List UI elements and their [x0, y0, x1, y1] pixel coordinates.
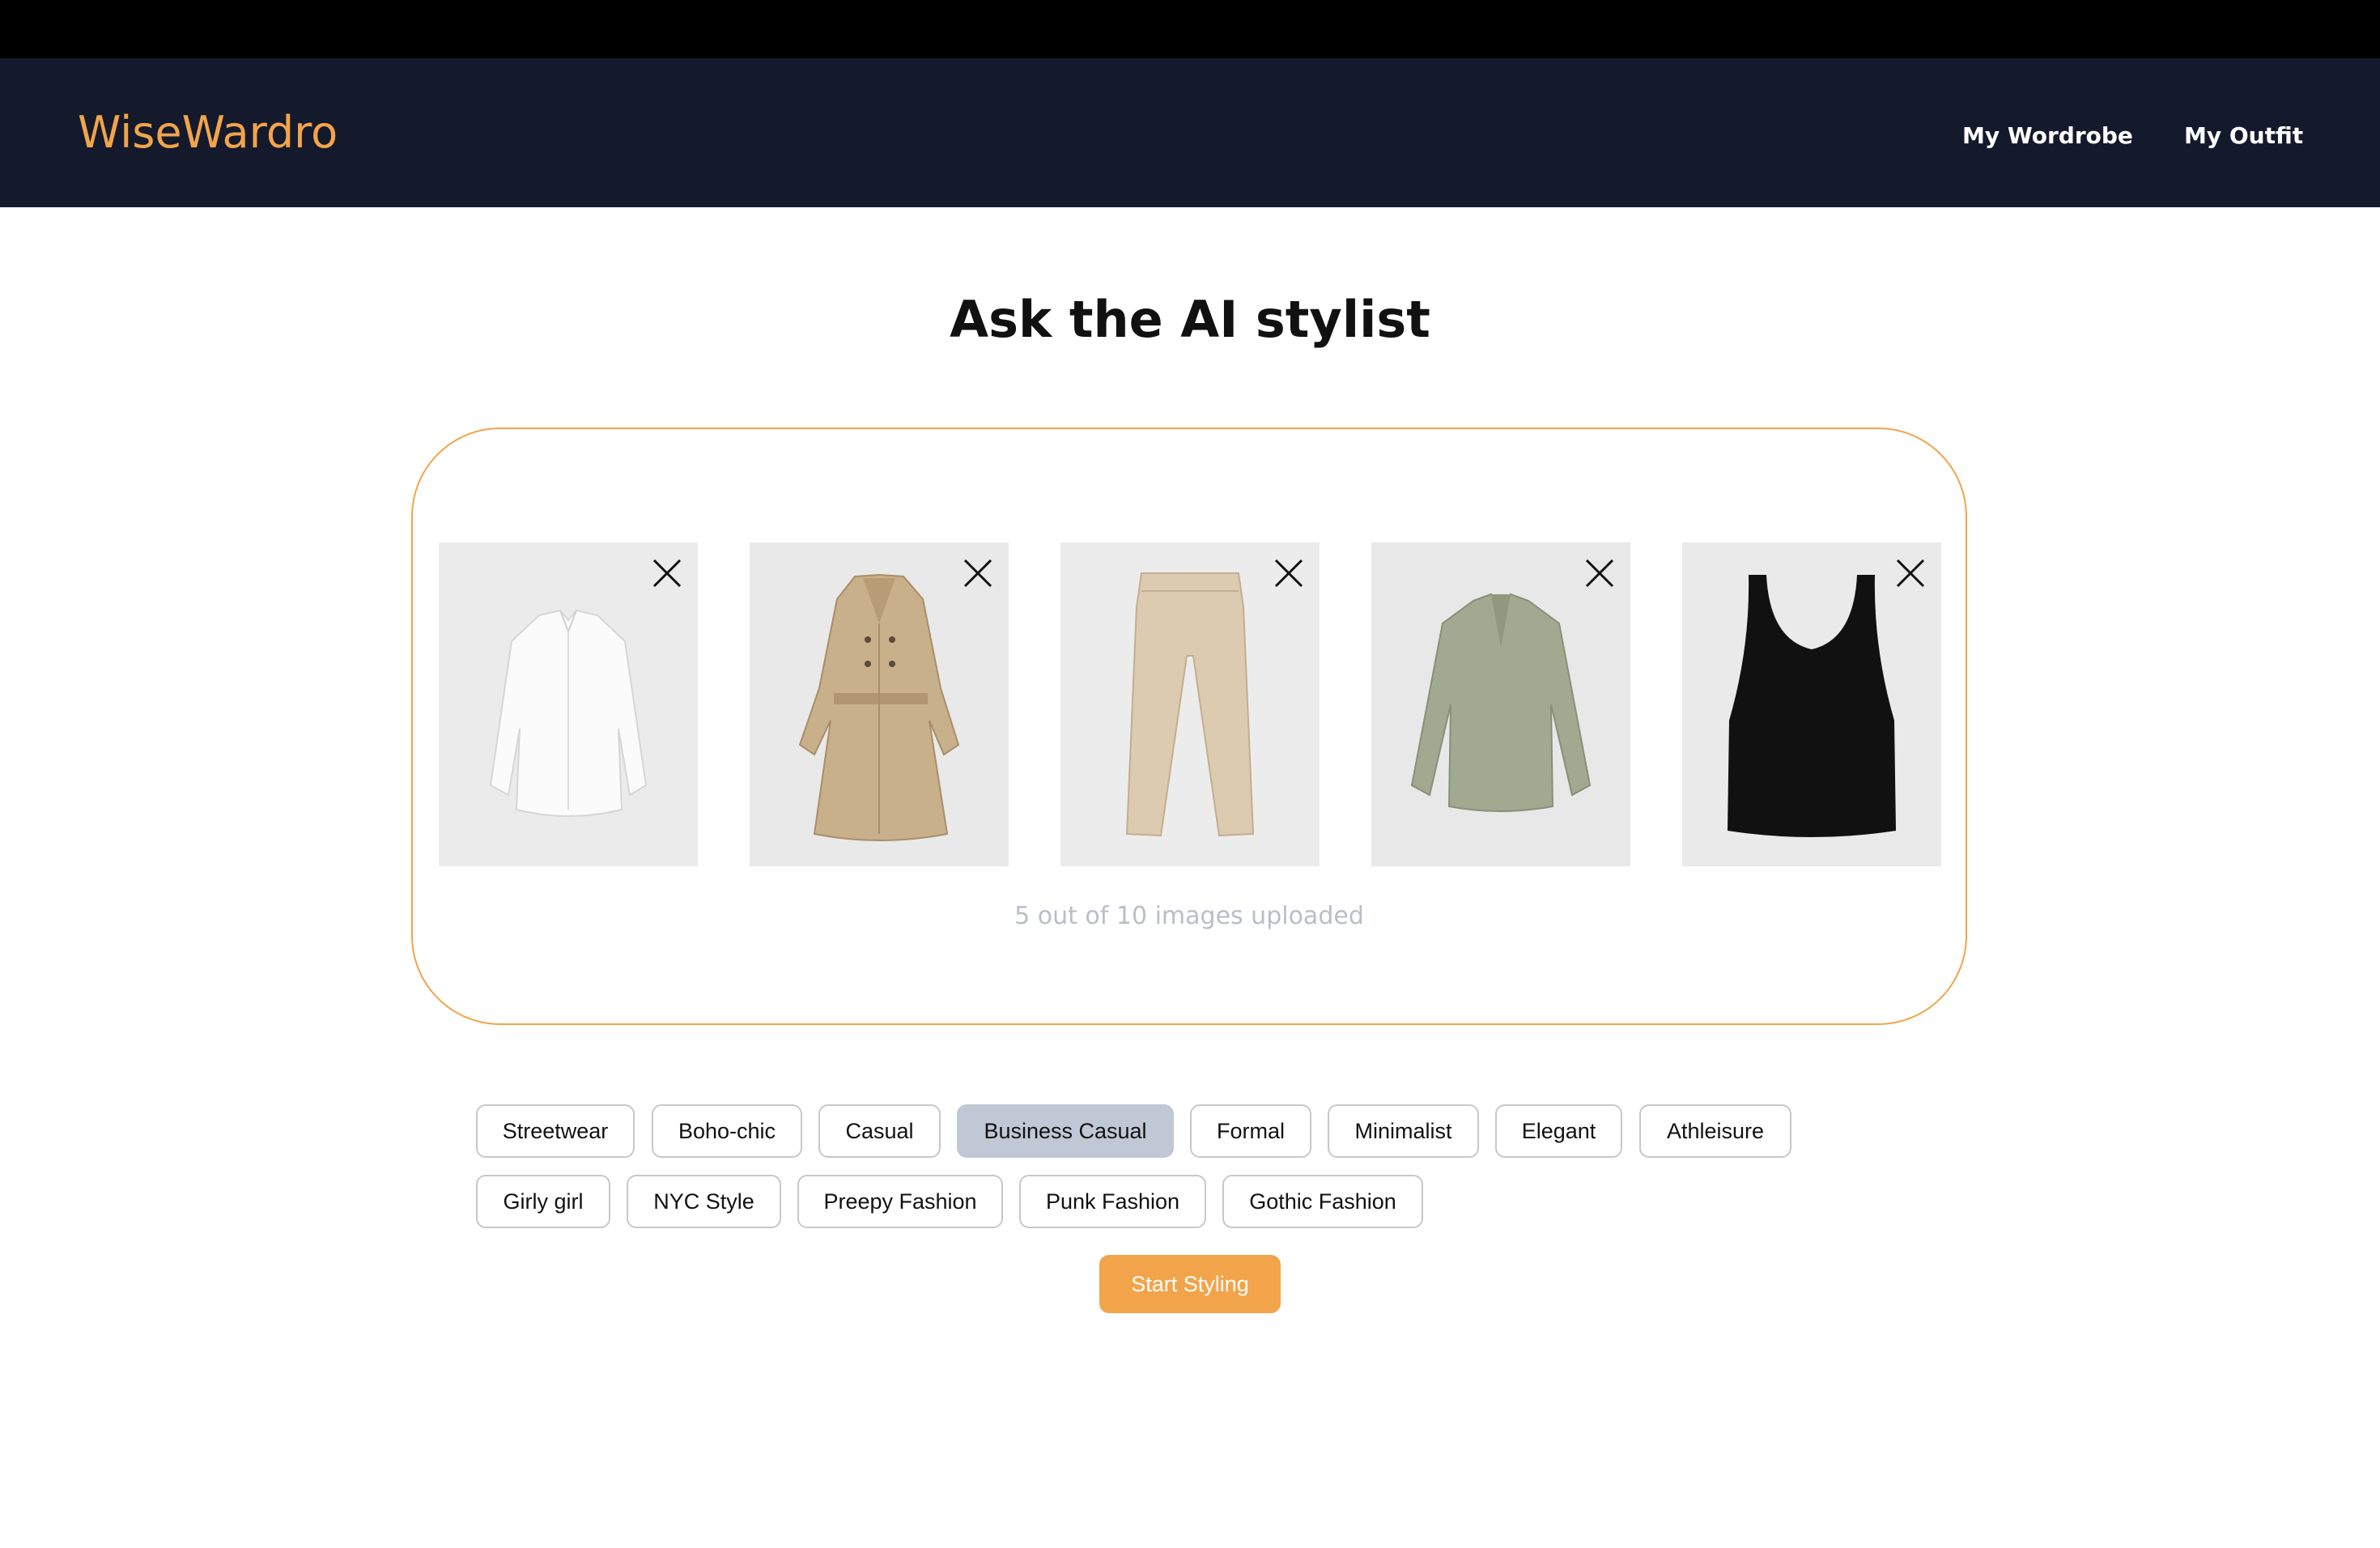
style-chip-punk-fashion[interactable]: Punk Fashion: [1019, 1175, 1206, 1228]
style-chip-girly-girl[interactable]: Girly girl: [476, 1175, 610, 1228]
close-icon[interactable]: [1891, 554, 1930, 593]
uploaded-item-trousers: [1060, 542, 1320, 866]
nav-my-outfit[interactable]: My Outfit: [2184, 120, 2303, 152]
uploaded-item-trench-coat: [750, 542, 1009, 866]
page-title: Ask the AI stylist: [950, 290, 1430, 349]
brand-logo[interactable]: WiseWardro: [78, 104, 338, 162]
style-chip-elegant[interactable]: Elegant: [1495, 1104, 1622, 1158]
close-icon[interactable]: [958, 554, 997, 593]
style-chip-casual[interactable]: Casual: [818, 1104, 941, 1158]
style-chip-nyc-style[interactable]: NYC Style: [627, 1175, 781, 1228]
upload-area[interactable]: 5 out of 10 images uploaded: [411, 427, 1967, 1025]
style-chip-boho-chic[interactable]: Boho-chic: [652, 1104, 802, 1158]
navbar: WiseWardro My Wordrobe My Outfit: [0, 58, 2380, 207]
nav-my-wardrobe[interactable]: My Wordrobe: [1962, 120, 2133, 152]
style-chip-streetwear[interactable]: Streetwear: [476, 1104, 635, 1158]
uploaded-item-white-shirt: [439, 542, 698, 866]
top-black-bar: [0, 0, 2380, 58]
style-chip-preepy-fashion[interactable]: Preepy Fashion: [797, 1175, 1003, 1228]
style-chip-formal[interactable]: Formal: [1190, 1104, 1311, 1158]
style-chip-gothic-fashion[interactable]: Gothic Fashion: [1222, 1175, 1423, 1228]
close-icon[interactable]: [1580, 554, 1619, 593]
uploaded-item-tank-top: [1682, 542, 1941, 866]
style-chip-business-casual[interactable]: Business Casual: [957, 1104, 1174, 1158]
close-icon[interactable]: [1269, 554, 1308, 593]
start-styling-button[interactable]: Start Styling: [1099, 1255, 1281, 1313]
close-icon[interactable]: [648, 554, 686, 593]
style-chip-athleisure[interactable]: Athleisure: [1639, 1104, 1791, 1158]
style-chip-minimalist[interactable]: Minimalist: [1328, 1104, 1479, 1158]
upload-status: 5 out of 10 images uploaded: [1014, 902, 1364, 930]
uploaded-item-blouse: [1371, 542, 1630, 866]
